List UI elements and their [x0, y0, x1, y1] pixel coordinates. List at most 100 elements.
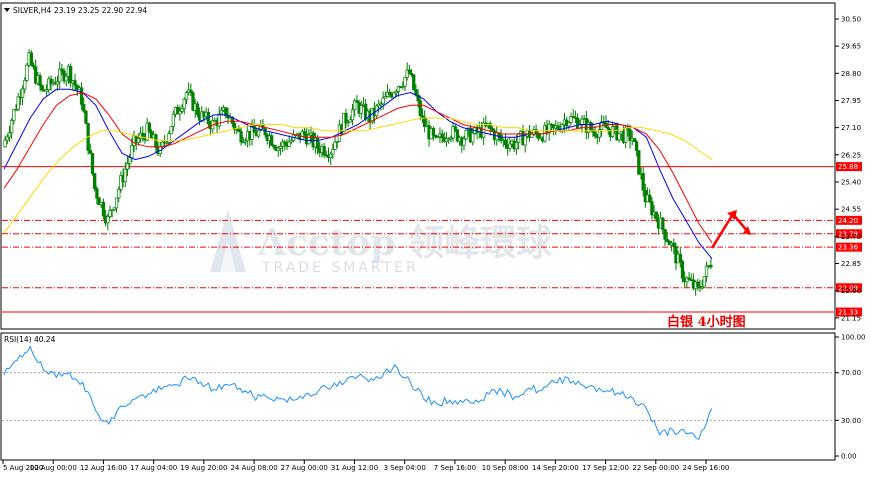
candle-body [610, 126, 615, 137]
x-tick-label: 10 Sep 08:00 [482, 464, 529, 472]
y-tick-label: 28.80 [841, 70, 861, 78]
rsi-tick-label: 0.00 [841, 453, 857, 461]
candle-body [219, 109, 224, 115]
candle-body [82, 104, 86, 112]
candle-body [431, 128, 436, 136]
candle-body [403, 77, 407, 87]
candle-body [195, 103, 200, 116]
candle-body [169, 126, 173, 135]
candle-body [106, 216, 110, 224]
candle-body [136, 138, 141, 143]
candle-body [634, 141, 639, 151]
candle-body [270, 135, 274, 146]
candle-body [589, 122, 593, 131]
price-level-label: 25.88 [838, 163, 858, 171]
candle-body [471, 132, 475, 143]
x-tick-label: 14 Sep 20:00 [532, 464, 579, 472]
candle-body [256, 130, 261, 137]
candle-body [167, 133, 171, 143]
candle-body [263, 128, 267, 136]
candle-body [412, 74, 416, 90]
x-tick-label: 22 Sep 00:00 [632, 464, 679, 472]
x-tick-label: 27 Aug 00:00 [281, 464, 328, 472]
candle-body [40, 85, 44, 91]
candle-body [516, 133, 521, 143]
x-tick-label: 10 Aug 00:00 [30, 464, 77, 472]
candle-body [64, 75, 68, 82]
candle-body [141, 132, 145, 137]
candle-body [678, 253, 682, 262]
candle-body [90, 152, 95, 174]
candle-body [523, 135, 527, 146]
price-level-label: 24.20 [838, 217, 858, 225]
candle-body [388, 91, 392, 95]
y-tick-label: 24.55 [841, 206, 861, 214]
y-tick-label: 27.10 [841, 124, 861, 132]
candle-body [654, 211, 658, 220]
candle-body [5, 136, 9, 141]
candle-body [73, 80, 77, 86]
candle-body [680, 261, 685, 279]
chart-annotation: 白银 4小时图 [667, 314, 746, 330]
candle-body [556, 125, 560, 130]
candle-body [182, 98, 186, 109]
candle-body [709, 264, 713, 268]
candle-body [114, 197, 119, 209]
candle-body [637, 150, 641, 175]
candle-body [3, 139, 7, 148]
x-tick-label: 7 Sep 16:00 [434, 464, 476, 472]
candle-body [407, 69, 412, 74]
candle-body [23, 80, 27, 90]
symbol-header: SILVER,H4 23.19 23.25 22.90 22.94 [4, 6, 147, 15]
x-tick-label: 24 Sep 16:00 [683, 464, 730, 472]
y-tick-label: 25.40 [841, 178, 861, 186]
candle-body [252, 125, 256, 133]
x-tick-label: 31 Aug 12:00 [331, 464, 378, 472]
candle-body [322, 146, 326, 156]
candle-body [453, 126, 457, 131]
candle-body [632, 138, 637, 143]
candle-body [641, 173, 645, 191]
candle-body [180, 108, 184, 112]
candle-body [624, 127, 628, 143]
candle-body [127, 157, 132, 164]
candle-body [696, 281, 700, 287]
candle-body [530, 133, 534, 138]
candle-body [344, 112, 348, 124]
symbol-name: SILVER,H4 [13, 6, 51, 15]
candle-body [663, 229, 667, 240]
candle-body [440, 133, 444, 139]
candle-body [418, 100, 422, 116]
ohlc-values: 23.19 23.25 22.90 22.94 [54, 6, 147, 15]
x-tick-label: 17 Sep 12:00 [582, 464, 629, 472]
price-level-label: 23.36 [838, 244, 859, 252]
candle-body [333, 141, 337, 150]
candle-body [302, 131, 307, 135]
candle-body [329, 153, 333, 158]
rsi-header: RSI(14) 40.24 [4, 335, 56, 344]
candle-body [514, 142, 519, 150]
rsi-panel [0, 332, 836, 461]
candle-body [117, 188, 121, 199]
y-tick-label: 27.95 [841, 97, 861, 105]
candle-body [503, 139, 508, 146]
y-tick-label: 23.70 [841, 233, 861, 241]
x-tick-label: 24 Aug 08:00 [230, 464, 277, 472]
candle-body [12, 109, 16, 121]
candle-body [25, 64, 29, 81]
candle-body [392, 92, 396, 98]
candle-body [184, 92, 189, 100]
candle-body [79, 87, 84, 105]
x-tick-label: 17 Aug 04:00 [130, 464, 177, 472]
watermark-tagline: TRADE SMARTER [261, 260, 419, 276]
candle-body [16, 96, 20, 110]
candle-body [38, 75, 42, 86]
y-tick-label: 22.00 [841, 287, 861, 295]
candle-body [189, 89, 193, 94]
candle-body [29, 52, 33, 66]
candle-body [93, 173, 97, 189]
candle-body [154, 134, 158, 148]
time-axis: 5 Aug 202010 Aug 00:00 12 Aug 16:00 17 Aug… [2, 460, 730, 472]
x-tick-label: 12 Aug 16:00 [80, 464, 127, 472]
candle-body [350, 109, 355, 121]
